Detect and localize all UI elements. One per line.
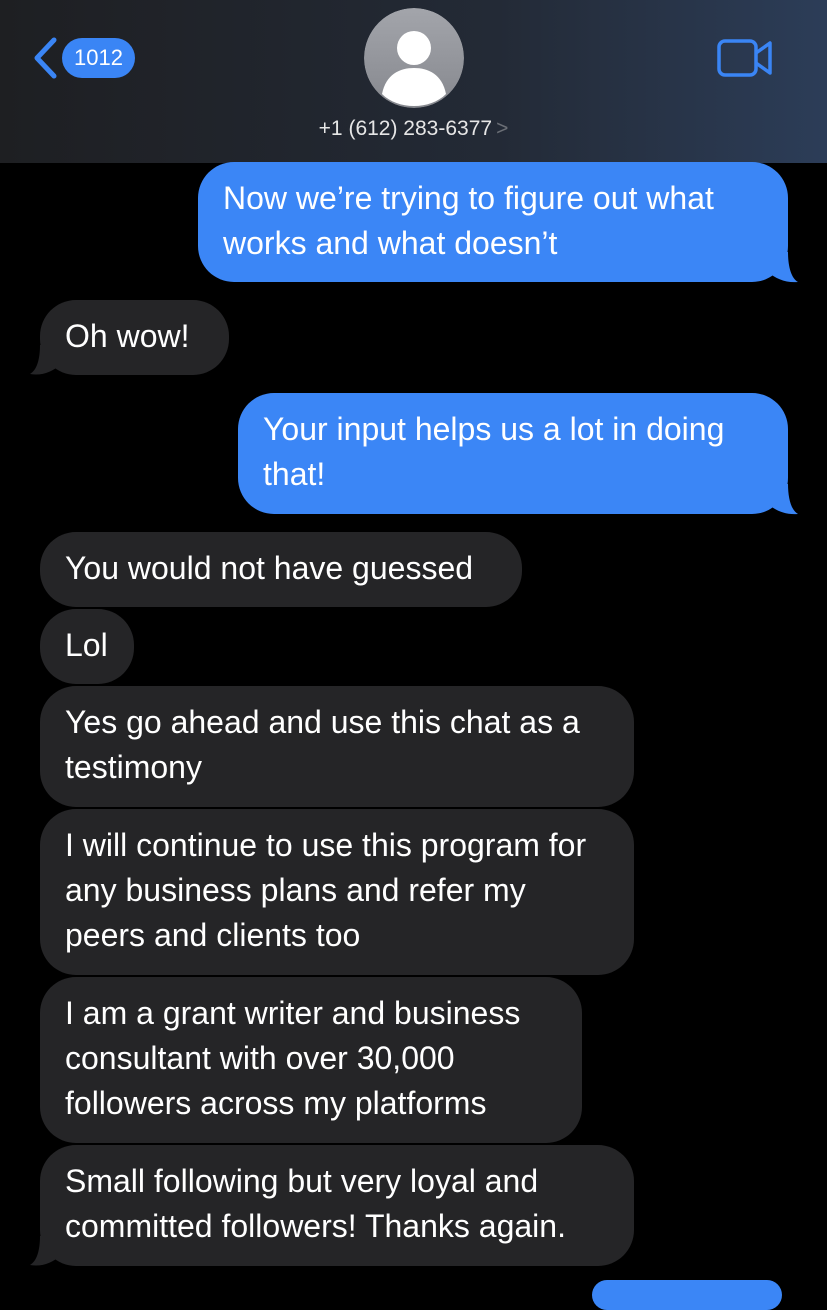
incoming-message[interactable]: You would not have guessed — [40, 532, 522, 607]
outgoing-message[interactable]: Your input helps us a lot in doing that! — [238, 393, 788, 514]
incoming-message[interactable]: I will continue to use this program for … — [40, 809, 634, 975]
outgoing-bubble-tail — [768, 484, 798, 515]
incoming-message[interactable]: I am a grant writer and business consult… — [40, 977, 582, 1143]
contact-name-button[interactable]: +1 (612) 283-6377 > — [0, 117, 827, 141]
incoming-message[interactable]: Small following but very loyal and commi… — [40, 1145, 634, 1266]
outgoing-message[interactable]: Now we’re trying to figure out what work… — [198, 162, 788, 282]
chevron-right-icon: > — [496, 117, 509, 140]
person-silhouette-icon — [364, 8, 464, 108]
incoming-bubble-tail — [30, 345, 60, 375]
outgoing-bubble-tail — [768, 252, 798, 283]
contact-name: +1 (612) 283-6377 — [318, 117, 493, 140]
incoming-message[interactable]: Yes go ahead and use this chat as a test… — [40, 686, 634, 807]
incoming-message[interactable]: Oh wow! — [40, 300, 229, 375]
video-camera-icon — [717, 39, 772, 77]
avatar[interactable] — [364, 8, 464, 108]
video-call-button[interactable] — [716, 38, 774, 78]
outgoing-message-partial[interactable] — [592, 1280, 782, 1310]
incoming-message[interactable]: Lol — [40, 609, 134, 684]
unread-count-badge: 1012 — [62, 38, 135, 78]
conversation-header: 1012 +1 (612) 283-6377 > — [0, 0, 827, 163]
incoming-bubble-tail — [30, 1236, 60, 1266]
chevron-left-icon — [34, 37, 57, 79]
back-button[interactable]: 1012 — [30, 36, 135, 80]
